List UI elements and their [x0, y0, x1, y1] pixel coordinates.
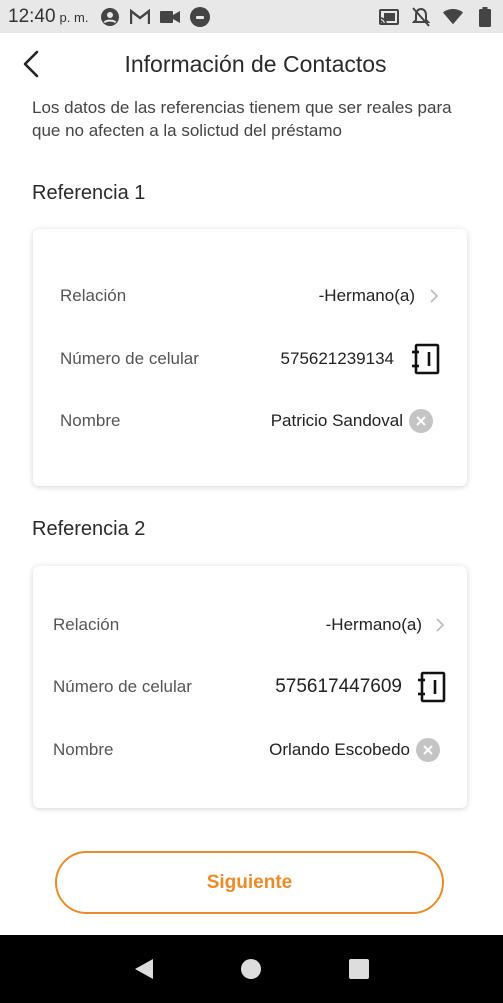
notification-dot-icon: [190, 6, 211, 27]
name-label: Nombre: [60, 411, 121, 430]
back-button[interactable]: [16, 49, 46, 79]
circle-home-icon: [241, 959, 262, 979]
phone-row: Número de celular 575617447609: [33, 667, 467, 707]
triangle-back-icon: [134, 959, 153, 979]
name-row: Nombre Patricio Sandoval: [33, 401, 467, 441]
clear-icon[interactable]: [416, 738, 440, 762]
reference-1-heading: Referencia 1: [32, 182, 146, 204]
name-label: Nombre: [53, 740, 114, 759]
notice-text: Los datos de las referencias tienem que …: [32, 98, 452, 140]
contact-book-icon[interactable]: [417, 671, 447, 703]
name-value[interactable]: Orlando Escobedo: [269, 740, 410, 760]
phone-value: 575617447609: [275, 676, 402, 697]
app-header: Información de Contactos: [0, 33, 503, 95]
phone-value: 575621239134: [280, 349, 394, 368]
gmail-icon: [130, 7, 151, 27]
status-time: 12:40 p. m.: [8, 6, 88, 28]
relation-label: Relación: [60, 286, 127, 305]
contact-book-icon[interactable]: [411, 343, 441, 375]
video-camera-icon: [160, 7, 181, 27]
account-icon: [100, 7, 120, 27]
chevron-right-icon: [436, 618, 445, 632]
phone-row: Número de celular 575621239134: [33, 339, 467, 379]
reference-2-card: Relación -Hermano(a) Número de celular 5…: [33, 566, 467, 808]
chevron-right-icon: [430, 289, 439, 303]
relation-value[interactable]: -Hermano(a): [326, 615, 422, 635]
relation-row[interactable]: Relación -Hermano(a): [33, 605, 467, 645]
navigation-bar: [0, 935, 503, 1003]
status-bar: 12:40 p. m.: [0, 0, 503, 33]
name-value[interactable]: Patricio Sandoval: [271, 411, 403, 431]
nav-home-button[interactable]: [231, 949, 271, 989]
phone-label: Número de celular: [60, 349, 199, 368]
reference-1-card: Relación -Hermano(a) Número de celular 5…: [33, 229, 467, 486]
relation-label: Relación: [53, 615, 120, 634]
silent-bell-icon: [411, 6, 431, 27]
nav-recents-button[interactable]: [339, 949, 379, 989]
phone-label: Número de celular: [53, 677, 192, 696]
cast-icon: [379, 7, 399, 27]
nav-back-button[interactable]: [124, 949, 164, 989]
relation-row[interactable]: Relación -Hermano(a): [33, 276, 467, 316]
clear-icon[interactable]: [409, 409, 433, 433]
name-row: Nombre Orlando Escobedo: [33, 730, 467, 770]
back-arrow-icon: [23, 50, 39, 78]
next-button[interactable]: Siguiente: [55, 851, 444, 914]
battery-icon: [475, 6, 495, 27]
page-title: Información de Contactos: [124, 50, 387, 77]
status-ampm: p. m.: [59, 9, 89, 25]
wifi-icon: [443, 7, 463, 27]
square-recents-icon: [349, 959, 370, 979]
status-clock: 12:40: [8, 5, 56, 27]
relation-value[interactable]: -Hermano(a): [319, 286, 415, 306]
reference-2-heading: Referencia 2: [32, 518, 146, 540]
